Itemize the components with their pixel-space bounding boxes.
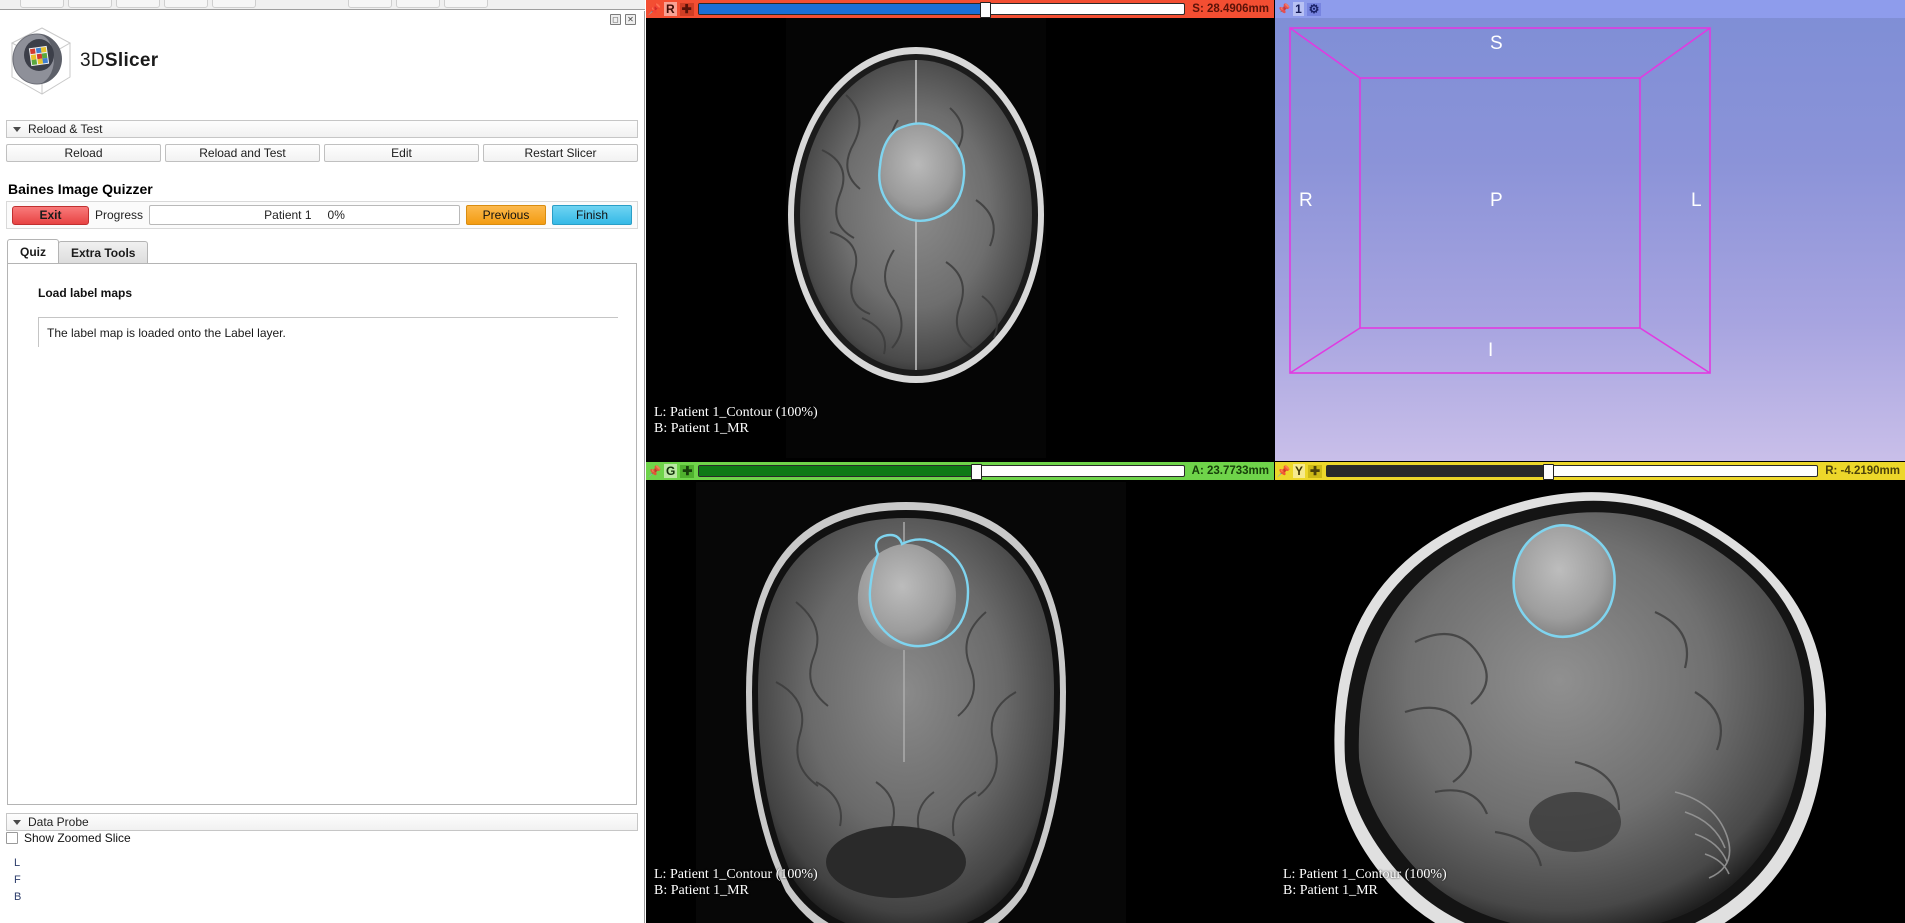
reload-and-test-button[interactable]: Reload and Test xyxy=(165,144,320,162)
slicer-logo: 3DSlicer xyxy=(8,25,158,97)
show-zoomed-slice-checkbox[interactable] xyxy=(6,832,18,844)
threed-view-bar: 📌 1 ⚙ xyxy=(1275,0,1905,18)
threed-settings-icon[interactable]: ⚙ xyxy=(1307,3,1321,16)
logo-prefix: 3D xyxy=(80,50,105,71)
tab-quiz[interactable]: Quiz xyxy=(7,239,59,264)
toolbar-button-4[interactable] xyxy=(164,0,208,8)
quizzer-control-bar: Exit Progress Patient 1 0% Previous Fini… xyxy=(6,201,638,229)
view-layout: 📌 R ✚ S: 28.4906mm xyxy=(646,0,1905,923)
sagittal-slider-bar: 📌 Y ✚ R: -4.2190mm xyxy=(1275,462,1905,480)
progress-bar: Patient 1 0% xyxy=(149,205,460,225)
restart-slicer-button[interactable]: Restart Slicer xyxy=(483,144,638,162)
axial-slice-view[interactable]: 📌 R ✚ S: 28.4906mm xyxy=(646,0,1274,461)
sagittal-slice-slider[interactable] xyxy=(1326,465,1818,477)
pin-icon[interactable]: ◻ xyxy=(610,14,621,25)
threed-bounding-box xyxy=(1275,0,1905,461)
sagittal-background-layer: B: Patient 1_MR xyxy=(1283,883,1378,899)
question-text: The label map is loaded onto the Label l… xyxy=(38,317,618,347)
logo-suffix: Slicer xyxy=(105,50,159,71)
coronal-slice-slider[interactable] xyxy=(698,465,1184,477)
cube-label-posterior: P xyxy=(1490,190,1503,212)
sagittal-view-letter[interactable]: Y xyxy=(1293,464,1305,478)
coronal-slice-view[interactable]: 📌 G ✚ A: 23.7733mm xyxy=(646,462,1274,923)
show-zoomed-slice-label: Show Zoomed Slice xyxy=(24,831,131,845)
crosshair-icon[interactable]: ✚ xyxy=(680,465,694,478)
threed-view-number[interactable]: 1 xyxy=(1293,2,1304,16)
progress-label: Progress xyxy=(95,208,143,222)
close-icon[interactable]: ✕ xyxy=(625,14,636,25)
axial-slice-slider[interactable] xyxy=(698,3,1186,15)
slicer-logo-text: 3DSlicer xyxy=(80,50,158,72)
coronal-slider-bar: 📌 G ✚ A: 23.7733mm xyxy=(646,462,1274,480)
finish-button[interactable]: Finish xyxy=(552,205,632,225)
reload-button[interactable]: Reload xyxy=(6,144,161,162)
coronal-view-letter[interactable]: G xyxy=(664,464,677,478)
progress-patient: Patient 1 xyxy=(264,208,311,222)
data-probe-line-l: L xyxy=(14,855,638,872)
sagittal-slice-position: R: -4.2190mm xyxy=(1822,465,1903,477)
progress-percent: 0% xyxy=(328,208,345,222)
page-title: Baines Image Quizzer xyxy=(8,181,153,197)
pin-icon[interactable]: 📌 xyxy=(1277,465,1290,477)
sagittal-slice-view[interactable]: 📌 Y ✚ R: -4.2190mm xyxy=(1275,462,1905,923)
data-probe-body: Show Zoomed Slice L F B xyxy=(6,831,638,906)
toolbar-button-5[interactable] xyxy=(212,0,256,8)
three-d-view[interactable]: 📌 1 ⚙ S I R L P xyxy=(1275,0,1905,461)
reload-and-test-header[interactable]: Reload & Test xyxy=(6,120,638,138)
panel-window-controls: ◻ ✕ xyxy=(610,14,636,25)
module-panel: ◻ ✕ xyxy=(0,11,645,923)
reload-button-row: Reload Reload and Test Edit Restart Slic… xyxy=(6,144,638,162)
coronal-label-layer: L: Patient 1_Contour (100%) xyxy=(654,867,818,883)
chevron-down-icon xyxy=(13,820,21,825)
crosshair-icon[interactable]: ✚ xyxy=(1308,465,1322,478)
reload-and-test-title: Reload & Test xyxy=(28,122,103,136)
pin-icon[interactable]: 📌 xyxy=(648,465,661,477)
axial-background-layer: B: Patient 1_MR xyxy=(654,421,749,437)
exit-button[interactable]: Exit xyxy=(12,206,89,225)
toolbar-button-2[interactable] xyxy=(68,0,112,8)
pin-icon[interactable]: 📌 xyxy=(648,3,661,15)
pin-icon[interactable]: 📌 xyxy=(1277,3,1290,15)
coronal-slice-position: A: 23.7733mm xyxy=(1189,465,1272,477)
slicer-logo-icon xyxy=(8,25,74,97)
toolbar-button-3[interactable] xyxy=(116,0,160,8)
sagittal-mri-image xyxy=(1275,462,1905,923)
slicer-window: ◻ ✕ xyxy=(0,0,1905,923)
axial-mri-image xyxy=(646,0,1274,461)
axial-slider-bar: 📌 R ✚ S: 28.4906mm xyxy=(646,0,1274,18)
data-probe-header[interactable]: Data Probe xyxy=(6,813,638,831)
toolbar-button-1[interactable] xyxy=(20,0,64,8)
toolbar-button-7[interactable] xyxy=(396,0,440,8)
cube-label-right: R xyxy=(1299,190,1313,212)
previous-button[interactable]: Previous xyxy=(466,205,546,225)
quizzer-tabs: Quiz Extra Tools xyxy=(7,239,147,264)
coronal-background-layer: B: Patient 1_MR xyxy=(654,883,749,899)
cube-label-inferior: I xyxy=(1488,340,1493,362)
crosshair-icon[interactable]: ✚ xyxy=(680,3,694,16)
data-probe-title: Data Probe xyxy=(28,815,89,829)
quiz-tab-pane: Load label maps The label map is loaded … xyxy=(7,263,637,805)
edit-button[interactable]: Edit xyxy=(324,144,479,162)
data-probe-line-b: B xyxy=(14,889,638,906)
coronal-mri-image xyxy=(646,462,1274,923)
toolbar-button-6[interactable] xyxy=(348,0,392,8)
axial-slice-position: S: 28.4906mm xyxy=(1189,3,1272,15)
cube-label-left: L xyxy=(1691,190,1702,212)
tab-extra-tools[interactable]: Extra Tools xyxy=(58,241,148,264)
data-probe-line-f: F xyxy=(14,872,638,889)
question-set-title: Load label maps xyxy=(38,286,132,300)
cube-label-superior: S xyxy=(1490,33,1503,55)
show-zoomed-slice-row[interactable]: Show Zoomed Slice xyxy=(6,831,638,845)
axial-view-letter[interactable]: R xyxy=(664,2,677,16)
sagittal-label-layer: L: Patient 1_Contour (100%) xyxy=(1283,867,1447,883)
main-toolbar xyxy=(0,0,645,10)
toolbar-button-8[interactable] xyxy=(444,0,488,8)
chevron-down-icon xyxy=(13,127,21,132)
axial-label-layer: L: Patient 1_Contour (100%) xyxy=(654,405,818,421)
